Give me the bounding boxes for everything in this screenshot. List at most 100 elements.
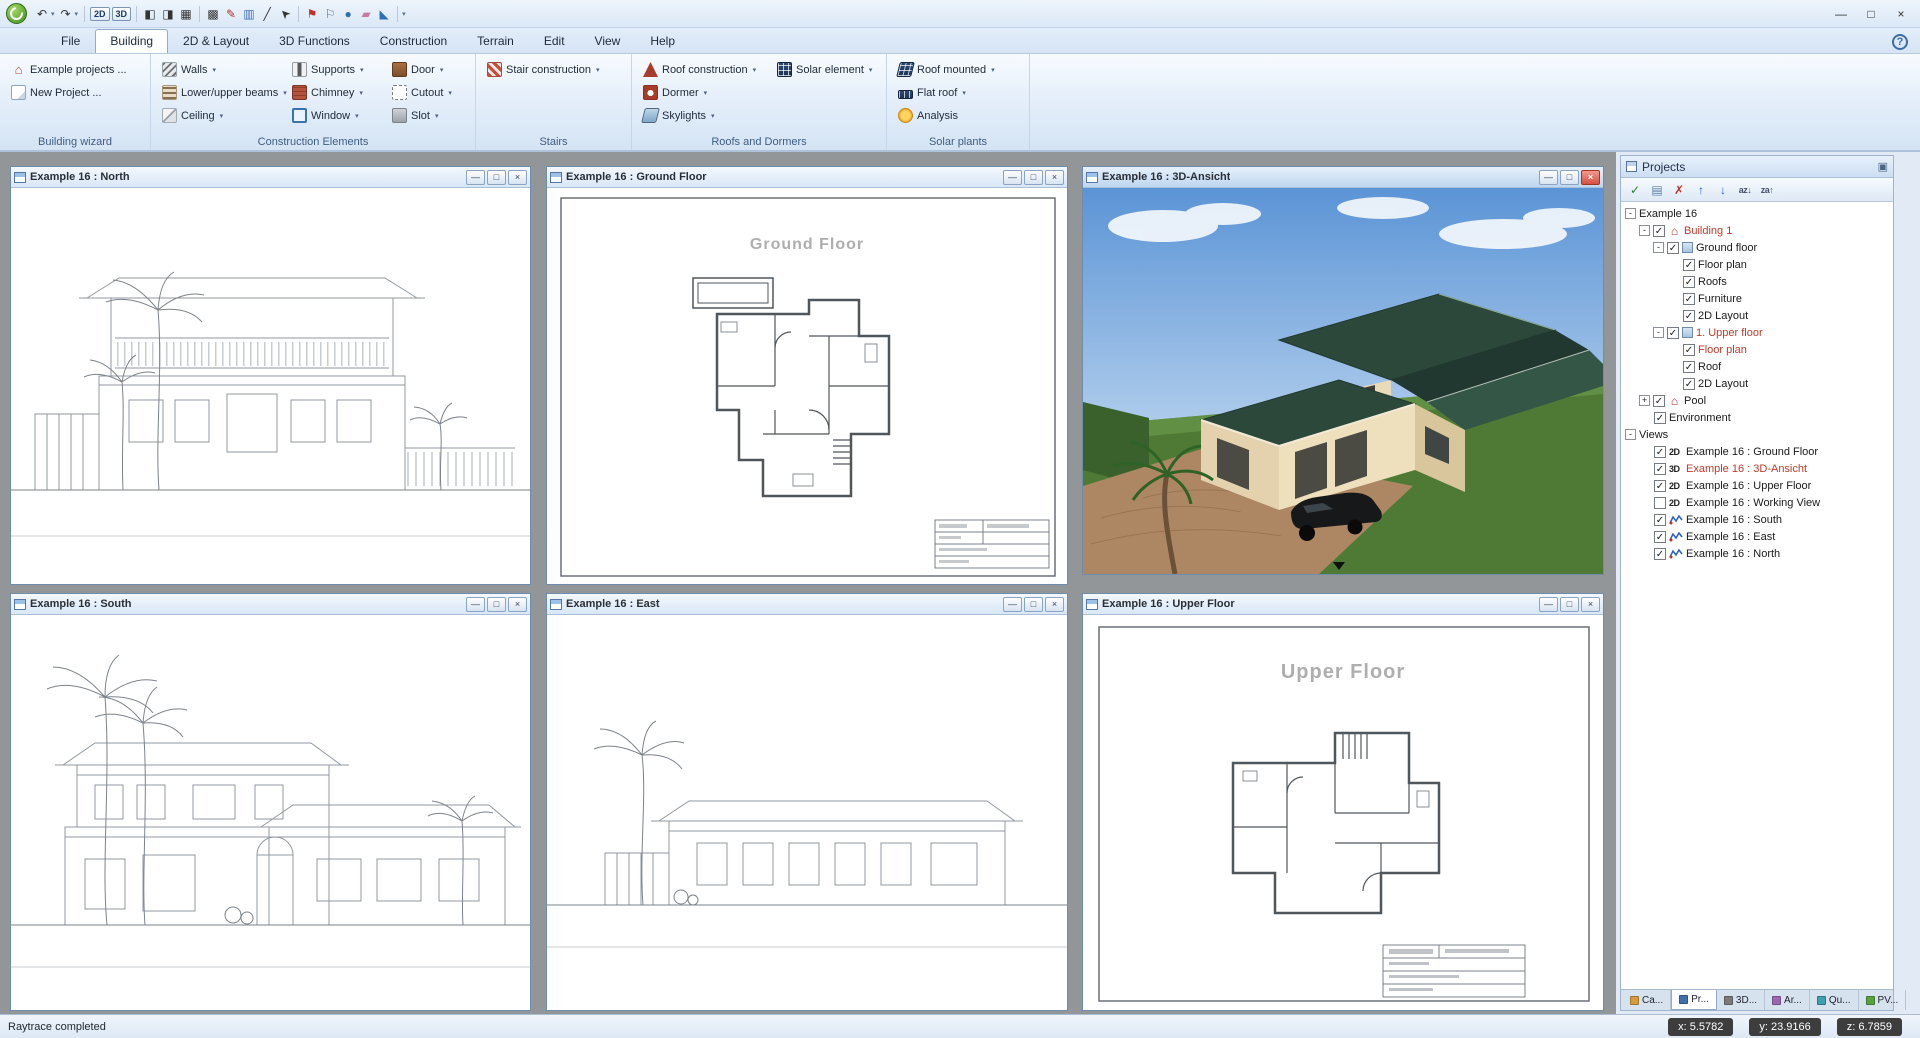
view-2d-button[interactable]: 2D <box>90 7 110 21</box>
checkbox[interactable]: ✓ <box>1653 395 1665 407</box>
checkbox[interactable]: ✓ <box>1654 514 1666 526</box>
lower-upper-beams-button[interactable]: Lower/upper beams ▾ <box>157 81 285 104</box>
chimney-button[interactable]: Chimney ▾ <box>287 81 385 104</box>
example-projects-button[interactable]: ⌂ Example projects ... <box>6 58 144 81</box>
dropdown-arrow-icon[interactable]: ▾ <box>962 89 966 97</box>
delete-icon[interactable]: ✗ <box>1669 180 1689 199</box>
tab-quantities[interactable]: Qu... <box>1810 990 1859 1010</box>
solar-element-button[interactable]: Solar element ▾ <box>772 58 884 81</box>
tab-terrain[interactable]: Terrain <box>462 29 529 53</box>
dropdown-arrow-icon[interactable]: ▾ <box>711 112 715 120</box>
walls-button[interactable]: Walls ▾ <box>157 58 285 81</box>
close-button[interactable]: × <box>508 597 527 612</box>
view-item-working-view[interactable]: 2D Example 16 : Working View <box>1621 494 1893 511</box>
tab-file[interactable]: File <box>46 29 95 53</box>
dropdown-arrow-icon[interactable]: ▾ <box>212 66 216 74</box>
minimize-button[interactable]: — <box>1003 597 1022 612</box>
dropdown-arrow-icon[interactable]: ▾ <box>869 66 873 74</box>
dormer-button[interactable]: Dormer ▾ <box>638 81 770 104</box>
move-up-icon[interactable]: ↑ <box>1691 180 1711 199</box>
maximize-button[interactable]: □ <box>1024 170 1043 185</box>
split-vertical-button[interactable]: ◨ <box>159 4 177 24</box>
analysis-button[interactable]: Analysis <box>893 104 1023 127</box>
tab-3d-functions[interactable]: 3D Functions <box>264 29 365 53</box>
checkbox[interactable]: ✓ <box>1654 412 1666 424</box>
minimize-button[interactable]: — <box>1003 170 1022 185</box>
white-flag-button[interactable]: ⚐ <box>321 4 339 24</box>
upper-floor-plan-canvas[interactable]: Upper Floor <box>1083 615 1603 1010</box>
projects-panel-header[interactable]: Projects ▣ <box>1621 156 1893 178</box>
window-button[interactable]: Window ▾ <box>287 104 385 127</box>
close-button[interactable]: × <box>1581 170 1600 185</box>
checkbox[interactable]: ✓ <box>1654 480 1666 492</box>
checkbox[interactable]: ✓ <box>1667 327 1679 339</box>
tab-construction[interactable]: Construction <box>365 29 462 53</box>
supports-button[interactable]: Supports ▾ <box>287 58 385 81</box>
tree-item-floor-plan[interactable]: ✓ Floor plan <box>1621 256 1893 273</box>
stair-construction-button[interactable]: Stair construction ▾ <box>482 58 625 81</box>
grid-toggle-button[interactable]: ▩ <box>204 4 222 24</box>
close-button[interactable]: × <box>1045 170 1064 185</box>
expander-icon[interactable]: - <box>1653 327 1664 338</box>
sort-ascending-icon[interactable]: az↓ <box>1735 180 1755 199</box>
view-item-upper-floor[interactable]: ✓ 2D Example 16 : Upper Floor <box>1621 477 1893 494</box>
tree-item-ground-floor[interactable]: - ✓ Ground floor <box>1621 239 1893 256</box>
window-minimize-button[interactable]: — <box>1826 4 1856 24</box>
window-titlebar[interactable]: Example 16 : South — □ × <box>11 594 530 615</box>
close-button[interactable]: × <box>1045 597 1064 612</box>
dropdown-arrow-icon[interactable]: ▾ <box>360 66 364 74</box>
dropdown-arrow-icon[interactable]: ▾ <box>704 89 708 97</box>
view-item-3d-ansicht[interactable]: ✓ 3D Example 16 : 3D-Ansicht <box>1621 460 1893 477</box>
slot-button[interactable]: Slot ▾ <box>387 104 467 127</box>
help-icon[interactable]: ? <box>1892 34 1908 50</box>
dropdown-arrow-icon[interactable]: ▾ <box>753 66 757 74</box>
checkbox[interactable]: ✓ <box>1654 446 1666 458</box>
minimize-button[interactable]: — <box>1539 597 1558 612</box>
edit-view-icon[interactable]: ▤ <box>1647 180 1667 199</box>
sort-descending-icon[interactable]: za↑ <box>1757 180 1777 199</box>
maximize-button[interactable]: □ <box>487 597 506 612</box>
tab-2d-layout[interactable]: 2D & Layout <box>168 29 264 53</box>
east-elevation-canvas[interactable] <box>547 615 1067 1010</box>
roof-mounted-button[interactable]: Roof mounted ▾ <box>893 58 1023 81</box>
tree-item-furniture[interactable]: ✓ Furniture <box>1621 290 1893 307</box>
redo-button[interactable]: ↷ <box>57 4 75 24</box>
north-elevation-canvas[interactable] <box>11 188 530 584</box>
maximize-button[interactable]: □ <box>487 170 506 185</box>
new-project-button[interactable]: New Project ... <box>6 81 144 104</box>
maximize-button[interactable]: □ <box>1560 170 1579 185</box>
window-titlebar[interactable]: Example 16 : East — □ × <box>547 594 1067 615</box>
dropdown-arrow-icon[interactable]: ▾ <box>991 66 995 74</box>
view-item-ground-floor[interactable]: ✓ 2D Example 16 : Ground Floor <box>1621 443 1893 460</box>
tree-item-roofs[interactable]: ✓ Roofs <box>1621 273 1893 290</box>
app-logo[interactable] <box>6 3 27 24</box>
close-button[interactable]: × <box>508 170 527 185</box>
window-maximize-button[interactable]: □ <box>1856 4 1886 24</box>
maximize-button[interactable]: □ <box>1560 597 1579 612</box>
split-horizontal-button[interactable]: ◧ <box>141 4 159 24</box>
undo-dropdown-icon[interactable]: ▾ <box>51 10 55 18</box>
checkbox[interactable]: ✓ <box>1683 310 1695 322</box>
tree-item-2d-layout[interactable]: ✓ 2D Layout <box>1621 307 1893 324</box>
window-titlebar[interactable]: Example 16 : North — □ × <box>11 167 530 188</box>
dropdown-arrow-icon[interactable]: ▾ <box>435 112 439 120</box>
minimize-button[interactable]: — <box>1539 170 1558 185</box>
roof-construction-button[interactable]: Roof construction ▾ <box>638 58 770 81</box>
expander-icon[interactable]: + <box>1639 395 1650 406</box>
red-flag-button[interactable]: ⚑ <box>303 4 321 24</box>
redo-dropdown-icon[interactable]: ▾ <box>75 10 79 18</box>
tab-building[interactable]: Building <box>95 29 168 53</box>
undo-button[interactable]: ↶ <box>33 4 51 24</box>
checkbox[interactable]: ✓ <box>1683 293 1695 305</box>
checkbox[interactable]: ✓ <box>1683 361 1695 373</box>
window-grid-button[interactable]: ▦ <box>177 4 195 24</box>
confirm-icon[interactable]: ✓ <box>1625 180 1645 199</box>
tree-item-example-16[interactable]: - Example 16 <box>1621 205 1893 222</box>
view-item-north[interactable]: ✓ Example 16 : North <box>1621 545 1893 562</box>
tree-item-2d-layout-upper[interactable]: ✓ 2D Layout <box>1621 375 1893 392</box>
checkbox[interactable]: ✓ <box>1683 276 1695 288</box>
dropdown-arrow-icon[interactable]: ▾ <box>220 112 224 120</box>
tab-edit[interactable]: Edit <box>529 29 580 53</box>
window-close-button[interactable]: × <box>1886 4 1916 24</box>
tree-item-environment[interactable]: ✓ Environment <box>1621 409 1893 426</box>
